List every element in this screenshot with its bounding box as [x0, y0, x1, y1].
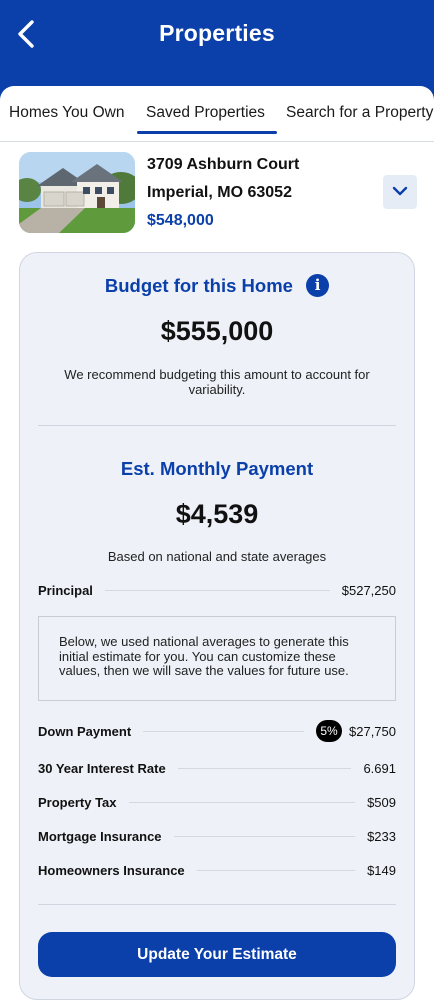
- tab-homes-you-own[interactable]: Homes You Own: [9, 104, 124, 122]
- down-payment-value: $27,750: [349, 723, 396, 739]
- down-payment-percent-badge[interactable]: 5%: [316, 720, 342, 742]
- app-header: Properties: [0, 0, 434, 92]
- interest-rate-value: 6.691: [363, 760, 396, 776]
- info-icon[interactable]: i: [306, 273, 330, 297]
- tab-saved-properties[interactable]: Saved Properties: [146, 104, 265, 122]
- expand-property-button[interactable]: [383, 175, 417, 209]
- homeowners-insurance-row[interactable]: Homeowners Insurance $149: [38, 860, 396, 880]
- property-tax-value: $509: [367, 794, 396, 810]
- budget-heading: Budget for this Home i: [20, 273, 414, 299]
- principal-row: Principal $527,250: [38, 580, 396, 600]
- mortgage-insurance-label: Mortgage Insurance: [38, 828, 162, 844]
- tab-search-property[interactable]: Search for a Property: [286, 104, 433, 122]
- principal-value: $527,250: [341, 582, 396, 598]
- chevron-down-icon: [392, 183, 408, 201]
- monthly-payment-note: Based on national and state averages: [107, 549, 327, 564]
- leader-line: [143, 730, 304, 732]
- budget-amount: $555,000: [160, 316, 274, 346]
- budget-title: Budget for this Home: [104, 275, 293, 296]
- property-photo: [19, 152, 135, 233]
- monthly-payment-amount: $4,539: [175, 499, 259, 529]
- leader-line: [128, 801, 356, 803]
- leader-line: [196, 869, 356, 871]
- estimate-card: Budget for this Home i $555,000 We recom…: [19, 252, 415, 1000]
- page-title: Properties: [159, 20, 275, 46]
- property-summary: 3709 Ashburn Court Imperial, MO 63052 $5…: [0, 142, 434, 242]
- estimate-info-box: Below, we used national averages to gene…: [38, 616, 396, 701]
- homeowners-insurance-value: $149: [367, 862, 396, 878]
- divider: [38, 425, 396, 426]
- homeowners-insurance-label: Homeowners Insurance: [38, 862, 185, 878]
- leader-line: [177, 767, 352, 769]
- interest-rate-row[interactable]: 30 Year Interest Rate 6.691: [38, 758, 396, 778]
- property-price: $548,000: [147, 212, 214, 229]
- property-tax-row[interactable]: Property Tax $509: [38, 792, 396, 812]
- active-tab-indicator: [137, 131, 277, 134]
- mortgage-insurance-value: $233: [367, 828, 396, 844]
- property-address-line1: 3709 Ashburn Court: [147, 156, 300, 173]
- property-address-line2: Imperial, MO 63052: [147, 184, 292, 201]
- leader-line: [104, 589, 330, 591]
- property-tax-label: Property Tax: [38, 794, 117, 810]
- down-payment-row[interactable]: Down Payment 5% $27,750: [38, 720, 396, 742]
- principal-label: Principal: [38, 582, 93, 598]
- down-payment-label: Down Payment: [38, 723, 132, 739]
- budget-note: We recommend budgeting this amount to ac…: [64, 367, 370, 397]
- content-sheet: Homes You Own Saved Properties Search fo…: [0, 86, 434, 1000]
- mortgage-insurance-row[interactable]: Mortgage Insurance $233: [38, 826, 396, 846]
- update-estimate-button[interactable]: Update Your Estimate: [38, 932, 396, 977]
- divider: [38, 904, 396, 905]
- monthly-payment-title: Est. Monthly Payment: [120, 458, 314, 479]
- leader-line: [173, 835, 356, 837]
- tab-bar: Homes You Own Saved Properties Search fo…: [0, 86, 434, 142]
- interest-rate-label: 30 Year Interest Rate: [38, 760, 166, 776]
